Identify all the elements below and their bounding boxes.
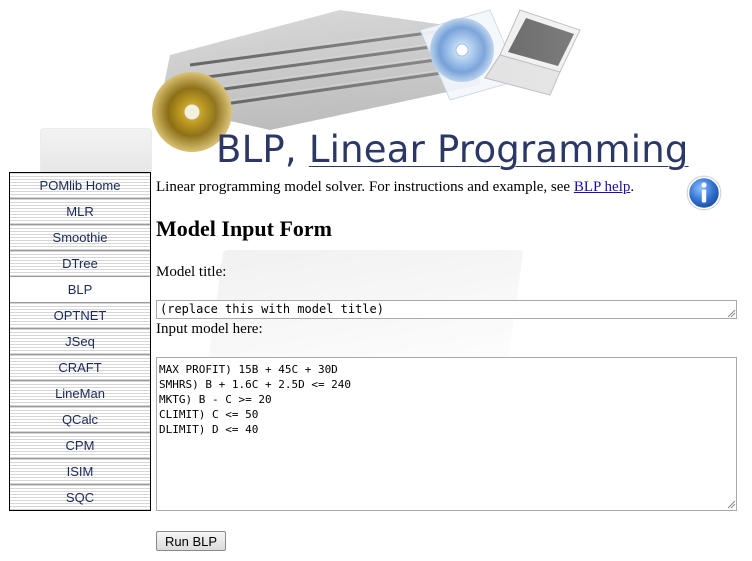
sidebar-item-label: CPM [65,438,95,453]
model-input-textarea[interactable]: MAX PROFIT) 15B + 45C + 30D SMHRS) B + 1… [156,357,737,511]
intro-sentence: Linear programming model solver. For ins… [156,179,574,195]
run-blp-button[interactable]: Run BLP [156,531,227,551]
sidebar-item-sqc[interactable]: SQC [10,485,150,510]
background-computer-shape [40,128,152,176]
sidebar-item-label: DTree [62,256,98,271]
model-title-input[interactable]: (replace this with model title) [156,300,737,319]
blp-help-link[interactable]: BLP help [574,179,631,195]
sidebar-item-label: OPTNET [53,308,107,323]
page-title-link[interactable]: Linear Programming [309,128,689,171]
sidebar-item-label: Smoothie [52,230,108,245]
sidebar-item-label: BLP [67,282,93,297]
sidebar-item-label: JSeq [65,334,95,349]
sidebar-item-craft[interactable]: CRAFT [10,355,150,381]
intro-suffix: . [630,179,635,195]
resize-grip-icon[interactable] [726,499,736,509]
sidebar-item-lineman[interactable]: LineMan [10,381,150,407]
sidebar-item-optnet[interactable]: OPTNET [10,303,150,329]
resize-grip-icon[interactable] [726,308,736,318]
sidebar-item-cpm[interactable]: CPM [10,433,150,459]
sidebar-item-label: POMlib Home [39,178,121,193]
sidebar-item-label: LineMan [55,386,105,401]
page-title-prefix: BLP, [216,128,309,171]
sidebar-nav: POMlib Home MLR Smoothie DTree BLP OPTNE… [9,172,151,511]
sidebar-item-label: SQC [65,490,95,505]
sidebar-item-qcalc[interactable]: QCalc [10,407,150,433]
sidebar-item-pomlib-home[interactable]: POMlib Home [10,173,150,199]
model-title-label: Model title: [156,264,227,280]
sidebar-item-blp[interactable]: BLP [10,277,150,303]
intro-text: Linear programming model solver. For ins… [156,179,634,196]
sidebar-item-dtree[interactable]: DTree [10,251,150,277]
sidebar-item-label: CRAFT [58,360,102,375]
page-title: BLP, Linear Programming [216,128,689,171]
sidebar-item-label: MLR [66,204,94,219]
sidebar-item-smoothie[interactable]: Smoothie [10,225,150,251]
sidebar-item-label: QCalc [61,412,99,427]
sidebar-item-label: ISIM [66,464,94,479]
sidebar-item-isim[interactable]: ISIM [10,459,150,485]
model-input-label: Input model here: [156,321,263,337]
info-icon[interactable] [685,174,723,212]
sidebar-item-mlr[interactable]: MLR [10,199,150,225]
form-heading: Model Input Form [156,216,332,241]
sidebar-item-jseq[interactable]: JSeq [10,329,150,355]
